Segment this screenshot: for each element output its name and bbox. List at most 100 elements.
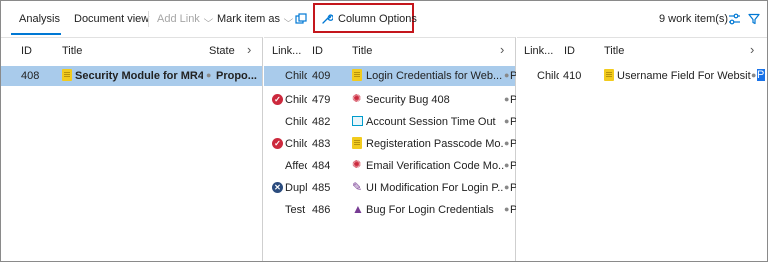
pane-header: Link... ID Title ›: [517, 38, 767, 64]
open-in-window-icon: [295, 13, 307, 24]
table-row[interactable]: Child 482 Account Session Time Out ● Pr: [264, 112, 516, 132]
row-id: 408: [21, 70, 40, 82]
bug-icon: ✺: [352, 159, 362, 171]
duplicate-status-icon: ✕: [272, 182, 283, 193]
row-title: Account Session Time Out: [366, 116, 496, 128]
row-id: 409: [312, 70, 331, 82]
row-state: P: [757, 69, 765, 81]
feature-icon: ✎: [352, 180, 363, 194]
row-link-type: Child: [285, 138, 307, 150]
row-link-type: Test: [285, 204, 306, 216]
table-row[interactable]: Affec 484 ✺ Email Verification Code Mo..…: [264, 156, 516, 176]
row-title: Username Field For Website...: [617, 70, 751, 82]
row-link-type: Child: [537, 70, 559, 82]
row-link-type: Child: [285, 94, 307, 106]
add-link-button[interactable]: Add Link ⌵: [157, 1, 214, 37]
row-state: Pr: [510, 160, 516, 172]
column-header-title[interactable]: Title: [62, 45, 82, 57]
row-link-type: Child: [285, 116, 307, 128]
row-title: Bug For Login Credentials: [366, 204, 494, 216]
row-state: Pr: [510, 182, 516, 194]
table-row[interactable]: ✓ Child 483 Registeration Passcode Mo...…: [264, 134, 516, 154]
chevron-down-icon: ⌵: [203, 13, 214, 24]
row-state: Pr: [510, 204, 516, 216]
toolbar-divider: [148, 11, 149, 27]
state-dot-icon: ●: [206, 70, 212, 80]
column-header-title[interactable]: Title: [352, 45, 372, 57]
task-icon: [352, 116, 363, 126]
row-title: Email Verification Code Mo...: [366, 160, 504, 172]
user-story-icon: [352, 69, 362, 81]
chevron-down-icon: ⌵: [283, 13, 294, 24]
column-header-state[interactable]: State: [209, 45, 235, 57]
expand-pane-chevron-icon[interactable]: ›: [247, 42, 251, 57]
row-state: Propo...: [216, 70, 257, 82]
settings-sliders-button[interactable]: [728, 1, 741, 37]
table-row[interactable]: ✓ Child 479 ✺ Security Bug 408 ● Pr: [264, 90, 516, 110]
user-story-icon: [604, 69, 614, 81]
row-title: Registeration Passcode Mo...: [366, 138, 504, 150]
pane-header: ID Title State ›: [1, 38, 262, 64]
toolbar: Analysis Document view Add Link ⌵ Mark i…: [1, 1, 767, 37]
pane-header: Link... ID Title ›: [264, 38, 515, 64]
work-item-analysis-window: Analysis Document view Add Link ⌵ Mark i…: [0, 0, 768, 262]
row-state: Pr: [510, 138, 516, 150]
row-title: Security Bug 408: [366, 94, 450, 106]
work-items-count-label: 9 work item(s): [659, 13, 729, 25]
wrench-icon: [322, 14, 333, 24]
row-id: 485: [312, 182, 331, 194]
row-link-type: Child: [285, 70, 307, 82]
row-state: Pr: [510, 116, 516, 128]
row-link-type: Affec: [285, 160, 307, 172]
table-row[interactable]: ✕ Dupl 485 ✎ UI Modification For Login P…: [264, 178, 516, 198]
row-title: Security Module for MR4D...: [75, 70, 203, 82]
table-row[interactable]: 408 Security Module for MR4D... ● Propo.…: [1, 66, 262, 86]
mark-item-as-button[interactable]: Mark item as ⌵: [217, 1, 294, 37]
row-id: 486: [312, 204, 331, 216]
blocked-status-icon: ✓: [272, 138, 283, 149]
row-id: 483: [312, 138, 331, 150]
linked-items-pane: Link... ID Title › Child 409 Login Crede…: [264, 37, 516, 261]
column-options-label: Column Options: [338, 13, 417, 25]
row-title: UI Modification For Login P...: [366, 182, 504, 194]
row-id: 410: [563, 70, 582, 82]
user-story-icon: [352, 137, 362, 149]
row-id: 482: [312, 116, 331, 128]
table-row[interactable]: Child 410 Username Field For Website... …: [517, 66, 767, 86]
row-link-type: Dupl: [285, 182, 307, 194]
column-header-id[interactable]: ID: [564, 45, 575, 57]
open-in-new-window-button[interactable]: [295, 1, 307, 37]
row-state: Pr: [510, 70, 516, 82]
bug-icon: ✺: [352, 93, 362, 105]
table-row[interactable]: Child 409 Login Credentials for Web... ●…: [264, 66, 516, 86]
work-items-count: 9 work item(s): [659, 1, 728, 37]
column-header-link[interactable]: Link...: [524, 45, 553, 57]
tab-document-view-label: Document view: [74, 13, 150, 25]
column-header-link[interactable]: Link...: [272, 45, 301, 57]
sliders-icon: [729, 13, 740, 25]
child-items-pane: Link... ID Title › Child 410 Username Fi…: [517, 37, 767, 261]
column-header-title[interactable]: Title: [604, 45, 624, 57]
source-items-pane: ID Title State › 408 Security Module for…: [1, 37, 263, 261]
row-id: 479: [312, 94, 331, 106]
mark-item-as-label: Mark item as: [217, 13, 280, 25]
add-link-label: Add Link: [157, 13, 200, 25]
column-options-button[interactable]: Column Options: [321, 1, 417, 37]
row-state: Pr: [510, 94, 516, 106]
active-tab-indicator: [11, 33, 61, 35]
filter-button[interactable]: [748, 1, 760, 37]
column-header-id[interactable]: ID: [21, 45, 32, 57]
tab-analysis-label: Analysis: [19, 13, 60, 25]
blocked-status-icon: ✓: [272, 94, 283, 105]
row-id: 484: [312, 160, 331, 172]
expand-pane-chevron-icon[interactable]: ›: [500, 42, 504, 57]
tab-analysis[interactable]: Analysis: [19, 1, 60, 37]
tab-document-view[interactable]: Document view: [74, 1, 149, 37]
row-title: Login Credentials for Web...: [366, 70, 503, 82]
expand-pane-chevron-icon[interactable]: ›: [750, 42, 754, 57]
table-row[interactable]: Test 486 ▲ Bug For Login Credentials ● P…: [264, 200, 516, 220]
user-story-icon: [62, 69, 72, 81]
test-case-icon: ▲: [352, 202, 364, 216]
filter-icon: [748, 13, 760, 25]
column-header-id[interactable]: ID: [312, 45, 323, 57]
